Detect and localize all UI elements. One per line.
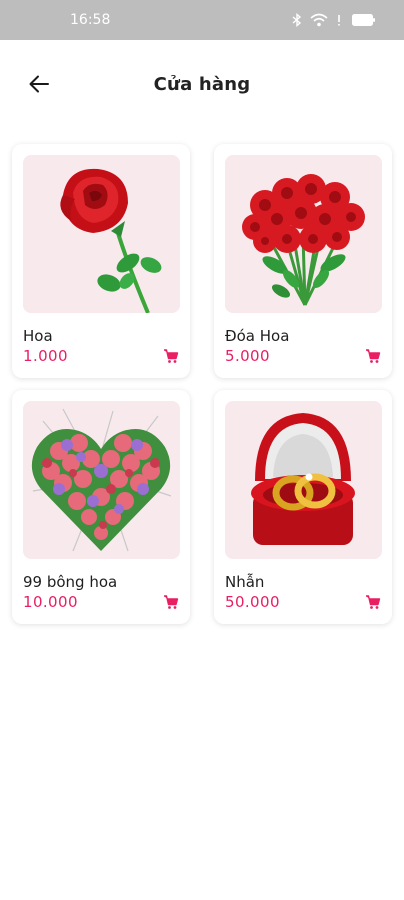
signal-icon (338, 15, 340, 26)
product-price: 10.000 (23, 593, 78, 611)
product-price: 5.000 (225, 347, 270, 365)
cart-icon[interactable] (163, 348, 179, 364)
product-image-ring-box (225, 401, 382, 559)
battery-icon (352, 14, 375, 26)
product-image-single-rose (23, 155, 180, 313)
product-name: 99 bông hoa (23, 573, 118, 591)
product-price: 1.000 (23, 347, 68, 365)
status-bar: 16:58 (0, 0, 404, 40)
app-bar: Cửa hàng (0, 40, 404, 128)
product-card-99-bong-hoa[interactable]: 99 bông hoa 10.000 (12, 390, 190, 624)
product-card-doa-hoa[interactable]: Đóa Hoa 5.000 (214, 144, 392, 378)
product-name: Đóa Hoa (225, 327, 290, 345)
status-icons (292, 13, 376, 27)
product-image-rose-bouquet (225, 155, 382, 313)
page-title: Cửa hàng (153, 73, 251, 95)
product-card-hoa[interactable]: Hoa 1.000 (12, 144, 190, 378)
product-grid: Hoa 1.000 Đóa Hoa 5.000 99 bông hoa 10.0… (0, 128, 404, 624)
product-image-heart-flowers (23, 401, 180, 559)
cart-icon[interactable] (365, 594, 381, 610)
product-card-nhan[interactable]: Nhẫn 50.000 (214, 390, 392, 624)
product-name: Hoa (23, 327, 53, 345)
status-time: 16:58 (70, 12, 111, 28)
arrow-left-icon (29, 75, 49, 93)
cart-icon[interactable] (163, 594, 179, 610)
wifi-icon (310, 13, 328, 27)
back-button[interactable] (20, 65, 58, 103)
product-name: Nhẫn (225, 573, 265, 591)
product-price: 50.000 (225, 593, 280, 611)
bluetooth-icon (292, 13, 302, 27)
cart-icon[interactable] (365, 348, 381, 364)
